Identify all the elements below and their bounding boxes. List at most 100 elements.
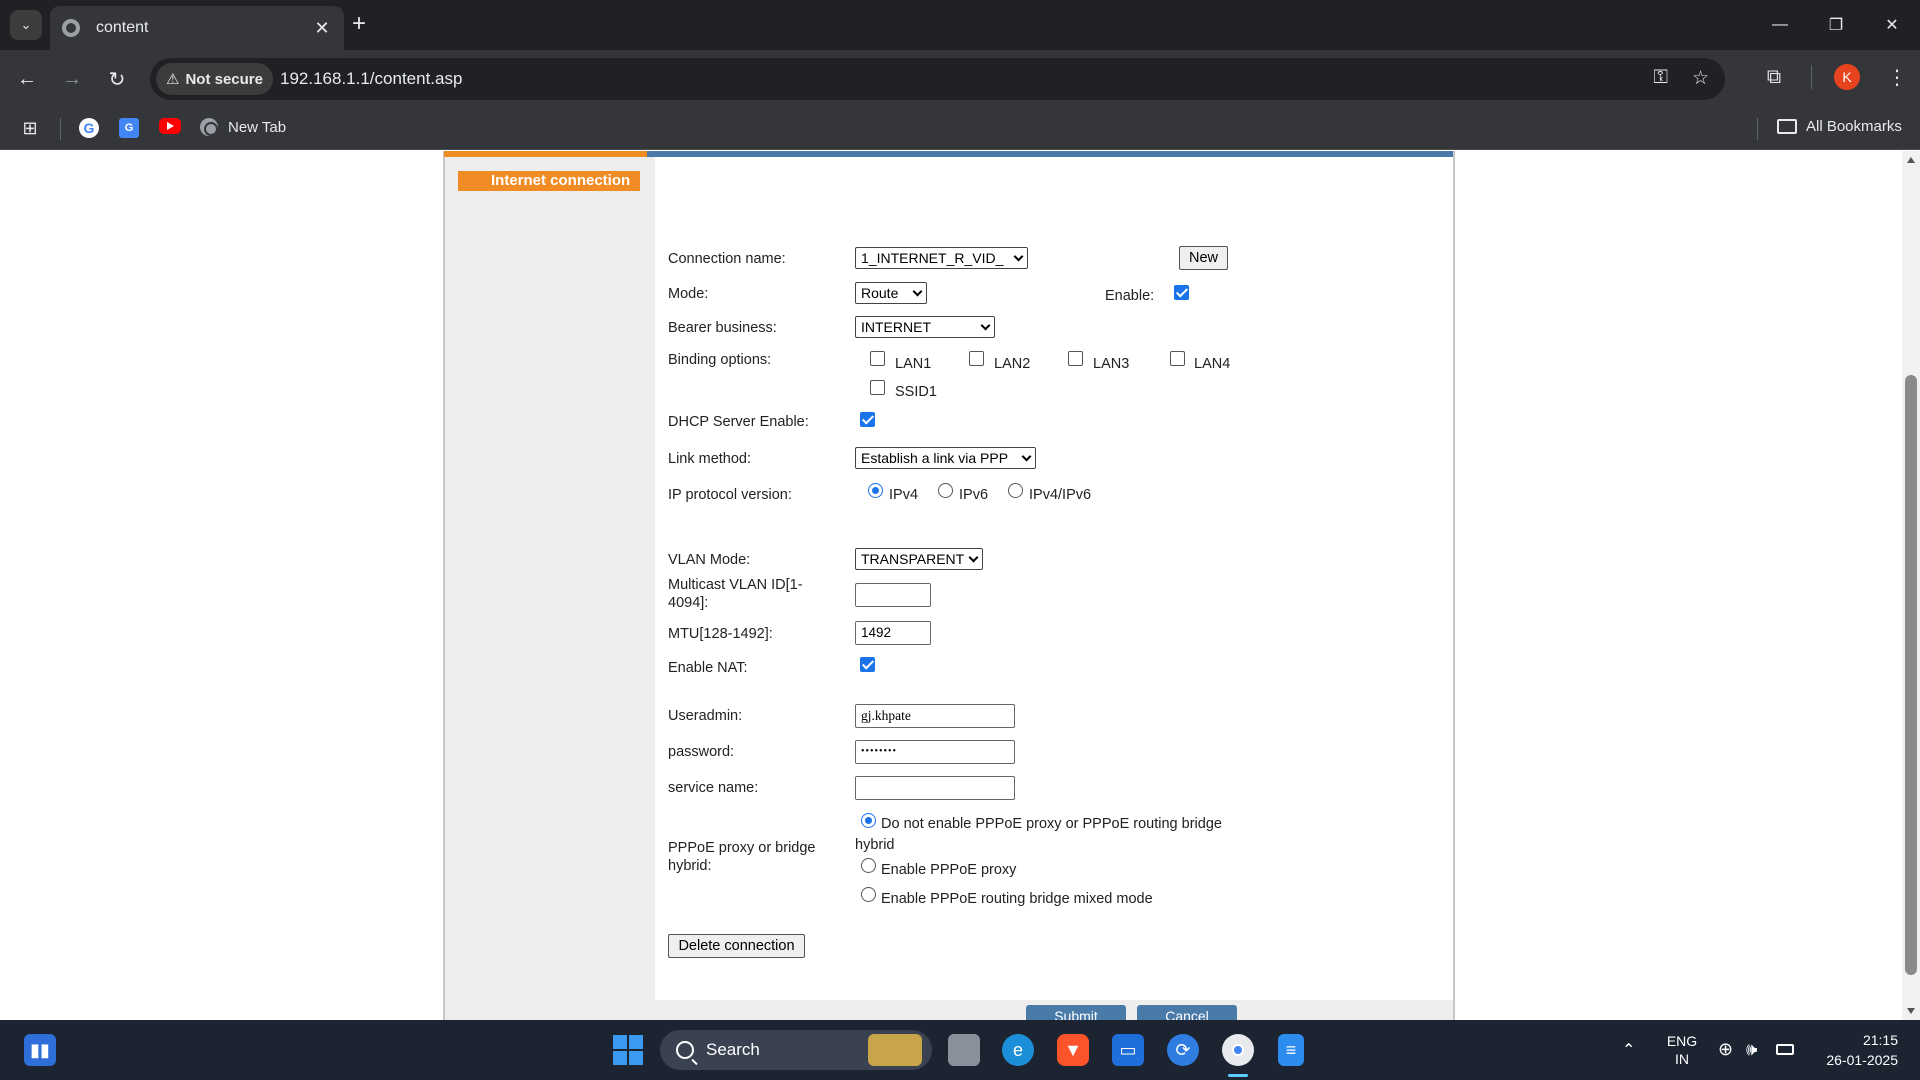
password-input[interactable]: •••••••• — [855, 740, 1015, 764]
volume-icon[interactable]: 🕪 — [1746, 1039, 1757, 1060]
tab-search-button[interactable]: ⌄ — [10, 10, 42, 40]
tab-content[interactable]: content ✕ — [50, 6, 344, 50]
pppoe-label-line1: PPPoE proxy or bridge — [668, 840, 816, 856]
chevron-up-icon[interactable]: ⌃ — [1622, 1040, 1635, 1060]
lan3-label: LAN3 — [1093, 356, 1130, 372]
chrome-icon[interactable] — [1222, 1034, 1254, 1066]
browser-toolbar: ← → ↻ ⚠ Not secure 192.168.1.1/content.a… — [0, 50, 1920, 108]
link-method-select[interactable]: Establish a link via PPP — [855, 447, 1036, 469]
scroll-up-arrow-icon[interactable] — [1907, 157, 1915, 163]
menu-icon[interactable]: ⋮ — [1882, 65, 1912, 90]
chevron-down-icon — [912, 286, 923, 297]
page-scrollbar[interactable] — [1902, 151, 1920, 1020]
mtu-input[interactable]: 1492 — [855, 621, 931, 645]
taskbar-search[interactable]: Search — [660, 1030, 932, 1070]
cancel-button[interactable]: Cancel — [1137, 1005, 1237, 1020]
language-indicator[interactable]: ENG IN — [1660, 1032, 1704, 1068]
bookmark-star-icon[interactable]: ☆ — [1692, 67, 1709, 90]
scrollbar-thumb[interactable] — [1905, 375, 1917, 975]
sync-app-icon[interactable]: ⟳ — [1167, 1034, 1199, 1066]
system-clock[interactable]: 21:15 26-01-2025 — [1814, 1030, 1898, 1070]
task-view-icon[interactable] — [948, 1034, 980, 1066]
bearer-business-select[interactable]: INTERNET — [855, 316, 995, 338]
delete-connection-button[interactable]: Delete connection — [668, 934, 805, 958]
ipv6-radio[interactable] — [938, 483, 953, 498]
service-name-input[interactable] — [855, 776, 1015, 800]
dhcp-checkbox[interactable] — [860, 412, 875, 427]
reload-button[interactable]: ↻ — [102, 64, 132, 94]
notepad-icon[interactable]: ≡ — [1278, 1034, 1304, 1066]
lan4-checkbox[interactable] — [1170, 351, 1185, 366]
nat-checkbox[interactable] — [860, 657, 875, 672]
tab-strip: ⌄ content ✕ + — ❐ ✕ — [0, 0, 1920, 50]
vlan-mode-select[interactable]: TRANSPARENT — [855, 548, 983, 570]
multicast-vlan-label-line1: Multicast VLAN ID[1- — [668, 577, 803, 593]
profile-avatar[interactable]: K — [1834, 64, 1860, 90]
mode-select[interactable]: Route — [855, 282, 927, 304]
ipv4-ipv6-radio[interactable] — [1008, 483, 1023, 498]
submit-button[interactable]: Submit — [1026, 1005, 1126, 1020]
close-window-button[interactable]: ✕ — [1864, 0, 1920, 50]
all-bookmarks-button[interactable]: All Bookmarks — [1777, 118, 1902, 135]
apps-button[interactable]: ⊞ — [20, 118, 40, 138]
scroll-down-arrow-icon[interactable] — [1907, 1008, 1915, 1014]
multicast-vlan-input[interactable] — [855, 583, 931, 607]
forward-button[interactable]: → — [57, 64, 87, 94]
bookmark-google[interactable]: G — [79, 118, 99, 138]
multicast-vlan-label-line2: 4094]: — [668, 595, 709, 611]
enable-checkbox[interactable] — [1174, 285, 1189, 300]
chevron-down-icon: ⌄ — [20, 17, 32, 32]
mode-value: Route — [861, 285, 899, 301]
enable-label: Enable: — [1105, 288, 1155, 304]
password-key-icon[interactable]: ⚿ — [1653, 67, 1667, 90]
lan2-checkbox[interactable] — [969, 351, 984, 366]
useradmin-label: Useradmin: — [668, 708, 743, 724]
extensions-icon[interactable]: ⧉ — [1759, 66, 1789, 89]
tab-title: content — [96, 19, 149, 36]
pppoe-bridge-radio[interactable] — [861, 887, 876, 902]
ipv4-radio[interactable] — [868, 483, 883, 498]
ipv4-label: IPv4 — [889, 487, 919, 503]
ipv6-label: IPv6 — [959, 487, 989, 503]
ssid1-checkbox[interactable] — [870, 380, 885, 395]
restore-button[interactable]: ❐ — [1808, 0, 1864, 50]
toolbar-divider — [1811, 65, 1812, 89]
url-text[interactable]: 192.168.1.1/content.asp — [280, 69, 462, 89]
bookmark-youtube[interactable] — [159, 118, 181, 134]
new-tab-button[interactable]: + — [352, 11, 366, 37]
battery-icon[interactable] — [1776, 1044, 1794, 1055]
security-label: Not secure — [185, 70, 263, 88]
clock-date: 26-01-2025 — [1826, 1052, 1898, 1068]
bookmarks-bar: ⊞ G G New Tab All Bookmarks — [0, 108, 1920, 150]
security-chip[interactable]: ⚠ Not secure — [156, 63, 273, 95]
useradmin-input[interactable]: gj.khpate — [855, 704, 1015, 728]
search-icon — [676, 1041, 694, 1059]
lan1-checkbox[interactable] — [870, 351, 885, 366]
address-bar[interactable]: ⚠ Not secure 192.168.1.1/content.asp ⚿ ☆ — [150, 58, 1725, 100]
edge-browser-icon[interactable]: e — [1002, 1034, 1034, 1066]
network-icon[interactable]: ⊕ — [1718, 1039, 1733, 1060]
new-connection-button[interactable]: New — [1179, 246, 1228, 270]
connection-name-select[interactable]: 1_INTERNET_R_VID_ — [855, 247, 1028, 269]
bookmark-new-tab[interactable]: New Tab — [200, 118, 286, 136]
pppoe-proxy-radio[interactable] — [861, 858, 876, 873]
back-button[interactable]: ← — [12, 64, 42, 94]
zoom-icon[interactable]: ▭ — [1112, 1034, 1144, 1066]
chevron-down-icon — [968, 552, 979, 563]
taskbar-search-placeholder: Search — [706, 1040, 760, 1059]
service-name-label: service name: — [668, 780, 759, 796]
pppoe-disable-label-line1: Do not enable PPPoE proxy or PPPoE routi… — [881, 816, 1222, 832]
lan3-checkbox[interactable] — [1068, 351, 1083, 366]
bearer-business-label: Bearer business: — [668, 320, 777, 336]
pppoe-proxy-label: Enable PPPoE proxy — [881, 862, 1017, 878]
brave-browser-icon[interactable]: ▼ — [1057, 1034, 1089, 1066]
close-tab-icon[interactable]: ✕ — [310, 18, 334, 39]
google-icon: G — [79, 118, 99, 138]
widgets-icon[interactable]: ▮▮ — [24, 1034, 56, 1066]
start-button[interactable] — [612, 1034, 644, 1066]
lan2-label: LAN2 — [994, 356, 1031, 372]
pppoe-disable-radio[interactable] — [861, 813, 876, 828]
bookmark-translate[interactable]: G — [119, 118, 139, 138]
minimize-button[interactable]: — — [1752, 0, 1808, 50]
section-tab-internet-connection[interactable]: Internet connection — [458, 171, 640, 191]
